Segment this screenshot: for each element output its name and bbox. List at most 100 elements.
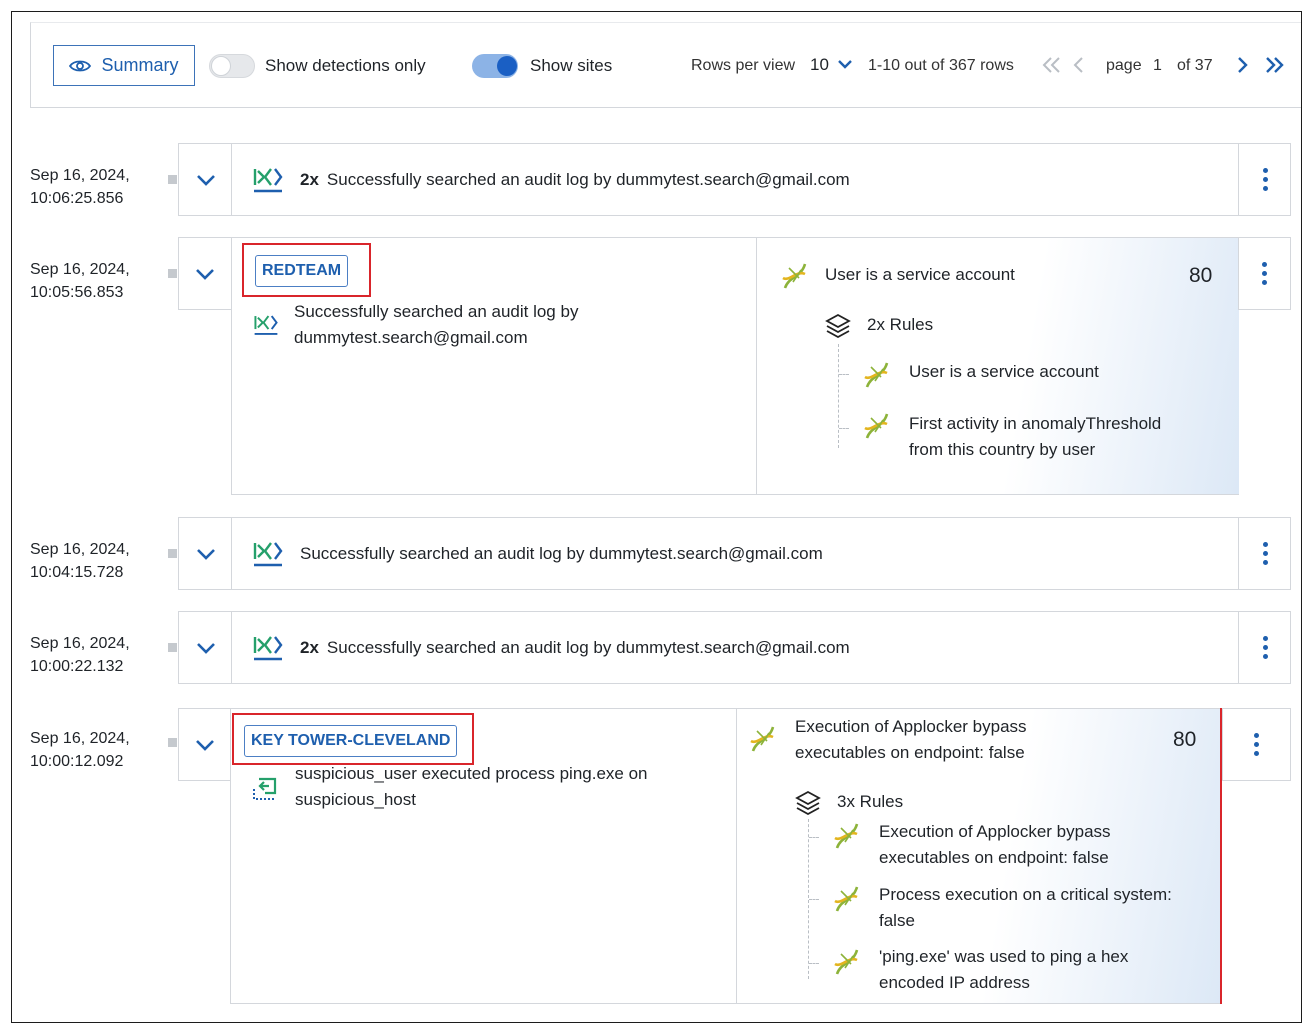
- show-detections-label: Show detections only: [265, 56, 426, 75]
- detection-score: 80: [1189, 264, 1213, 287]
- dna-icon: [864, 413, 889, 439]
- last-page-icon[interactable]: [1263, 56, 1285, 74]
- row-menu-button[interactable]: [1222, 708, 1291, 781]
- first-page-icon[interactable]: [1041, 56, 1063, 74]
- event-timestamp: Sep 16, 2024, 10:04:15.728: [30, 538, 130, 584]
- rule-text: executables on endpoint: false: [879, 848, 1109, 867]
- rows-per-view-label: Rows per view: [691, 57, 796, 74]
- event-description[interactable]: 2x Successfully searched an audit log by …: [300, 168, 850, 192]
- event-description[interactable]: Successfully searched an audit log by du…: [300, 542, 823, 566]
- rule-item[interactable]: Process execution on a critical system: …: [879, 882, 1172, 934]
- audit-log-icon: [253, 168, 283, 193]
- timestamp-time: 10:05:56.853: [30, 284, 124, 301]
- chevron-down-icon: [196, 268, 214, 280]
- audit-log-icon: [254, 315, 278, 335]
- rule-text: encoded IP address: [879, 973, 1030, 992]
- rules-tree-tick: [809, 899, 819, 900]
- event-description[interactable]: suspicious_user executed process ping.ex…: [295, 761, 648, 813]
- event-timestamp: Sep 16, 2024, 10:00:22.132: [30, 632, 130, 678]
- show-sites-toggle[interactable]: [472, 54, 518, 78]
- timeline-connector: [168, 738, 177, 747]
- event-row: 2x Successfully searched an audit log by …: [178, 143, 1291, 216]
- chevron-down-icon: [196, 642, 215, 654]
- detection-panel: Execution of Applocker bypass executable…: [736, 709, 1222, 1003]
- kebab-menu-icon: [1254, 733, 1259, 756]
- rules-count[interactable]: 3x Rules: [837, 789, 903, 815]
- summary-button[interactable]: Summary: [53, 45, 195, 86]
- timestamp-date: Sep 16, 2024,: [30, 635, 130, 652]
- row-divider: [231, 144, 232, 215]
- event-text: Successfully searched an audit log by du…: [326, 638, 850, 657]
- event-text-line: dummytest.search@gmail.com: [294, 328, 528, 347]
- process-icon: [253, 777, 277, 800]
- expand-toggle[interactable]: [178, 237, 231, 310]
- layers-icon: [795, 790, 821, 815]
- row-menu-button[interactable]: [1238, 518, 1291, 589]
- dna-icon: [834, 886, 859, 912]
- toggle-knob: [211, 56, 231, 76]
- event-count: 2x: [300, 638, 319, 657]
- chevron-down-icon: [196, 548, 215, 560]
- event-description[interactable]: 2x Successfully searched an audit log by …: [300, 636, 850, 660]
- event-row: 2x Successfully searched an audit log by …: [178, 611, 1291, 684]
- rule-text: Execution of Applocker bypass: [879, 822, 1111, 841]
- detection-title-line: executables on endpoint: false: [795, 743, 1025, 762]
- toggle-knob: [497, 56, 517, 76]
- row-menu-button[interactable]: [1238, 237, 1291, 310]
- layers-icon: [825, 313, 851, 338]
- show-sites-label: Show sites: [530, 56, 613, 75]
- rows-per-view-select[interactable]: 10: [810, 53, 829, 77]
- expanded-event-row: REDTEAM Successfully searched an audit l…: [231, 237, 1239, 495]
- chevron-down-icon[interactable]: [837, 58, 853, 70]
- audit-log-icon: [253, 542, 283, 567]
- rule-item[interactable]: Execution of Applocker bypass executable…: [879, 819, 1111, 871]
- rule-item[interactable]: 'ping.exe' was used to ping a hex encode…: [879, 944, 1128, 996]
- dna-icon: [782, 263, 807, 289]
- show-detections-toggle[interactable]: [209, 54, 255, 78]
- expand-toggle[interactable]: [179, 144, 232, 215]
- prev-page-icon[interactable]: [1072, 56, 1086, 74]
- expand-toggle[interactable]: [179, 518, 232, 589]
- detection-panel: User is a service account 80 2x Rules Us…: [756, 238, 1239, 494]
- rules-tree-line: [838, 344, 839, 448]
- timestamp-date: Sep 16, 2024,: [30, 167, 130, 184]
- kebab-menu-icon: [1262, 636, 1268, 659]
- detection-title-line: Execution of Applocker bypass: [795, 717, 1027, 736]
- rules-count[interactable]: 2x Rules: [867, 312, 933, 338]
- row-menu-button[interactable]: [1238, 612, 1291, 683]
- timestamp-date: Sep 16, 2024,: [30, 730, 130, 747]
- expand-toggle[interactable]: [178, 708, 231, 781]
- page-total: of 37: [1177, 57, 1213, 74]
- row-divider: [231, 612, 232, 683]
- rule-item[interactable]: First activity in anomalyThreshold from …: [909, 411, 1161, 463]
- rules-tree-tick: [839, 428, 849, 429]
- summary-label: Summary: [101, 55, 179, 75]
- toolbar: Summary Show detections only Show sites …: [30, 22, 1301, 108]
- event-count: 2x: [300, 170, 319, 189]
- row-divider: [231, 518, 232, 589]
- next-page-icon[interactable]: [1235, 56, 1249, 74]
- timeline-connector: [168, 549, 177, 558]
- event-timestamp: Sep 16, 2024, 10:06:25.856: [30, 164, 130, 210]
- dna-icon: [834, 949, 859, 975]
- rules-tree-tick: [839, 374, 849, 375]
- kebab-menu-icon: [1262, 168, 1268, 191]
- rule-text: 'ping.exe' was used to ping a hex: [879, 947, 1129, 966]
- event-text: Successfully searched an audit log by du…: [300, 544, 823, 563]
- rule-text: false: [879, 911, 915, 930]
- page-current[interactable]: 1: [1153, 55, 1162, 77]
- dna-icon: [750, 726, 775, 752]
- detection-title[interactable]: Execution of Applocker bypass executable…: [795, 714, 1027, 766]
- rule-text: First activity in anomalyThreshold: [909, 414, 1162, 433]
- chevron-down-icon: [196, 739, 214, 751]
- event-description[interactable]: Successfully searched an audit log by du…: [294, 299, 578, 351]
- detection-score: 80: [1173, 728, 1197, 751]
- expand-toggle[interactable]: [179, 612, 232, 683]
- timestamp-time: 10:06:25.856: [30, 190, 124, 207]
- row-menu-button[interactable]: [1238, 144, 1291, 215]
- detection-title[interactable]: User is a service account: [825, 262, 1015, 288]
- timestamp-date: Sep 16, 2024,: [30, 261, 130, 278]
- rules-tree-tick: [809, 963, 819, 964]
- site-tag-highlight: [232, 713, 474, 765]
- rule-item[interactable]: User is a service account: [909, 359, 1099, 385]
